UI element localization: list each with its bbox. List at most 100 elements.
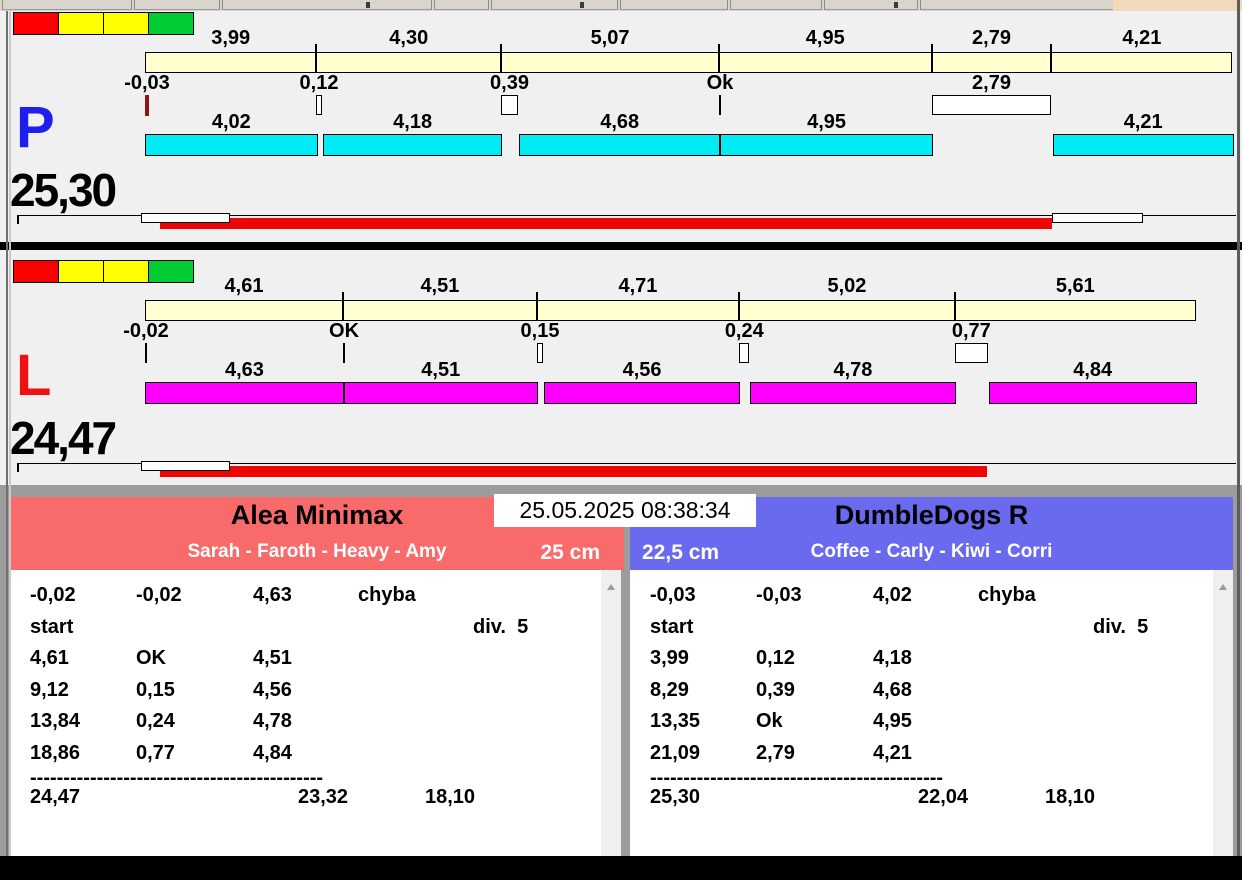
table-cell-sum: 23,32 [298,786,349,808]
table-cell-section: 4,56 [253,678,292,701]
table-cell-section: 4,51 [253,647,292,670]
toolbar-button[interactable] [2,0,132,10]
split-time-label: 5,61 [1055,275,1095,297]
section-time-label: 4,68 [600,111,640,133]
split-boundary-tick [500,44,503,52]
split-time-label: 4,61 [224,275,264,297]
split-time-label: 4,51 [420,275,460,297]
toolbar-button-glyph-fragment [580,2,584,8]
section-time-label: 4,18 [393,111,433,133]
split-time-label: 4,21 [1122,27,1162,49]
table-cell-section: 4,21 [873,742,912,764]
toolbar-button[interactable] [491,0,618,10]
table-cell-best: 18,10 [1045,786,1096,808]
toolbar-button[interactable] [434,0,489,10]
table-cell-time: -0,03 [650,584,696,606]
split-segment [954,300,1196,321]
table-cell-section: 4,78 [253,710,292,733]
lane-total-time: 25,30 [10,164,117,216]
table-cell-time: 8,29 [650,678,689,701]
split-segment [316,52,502,73]
split-boundary-tick [738,292,741,300]
status-light [13,12,59,35]
fault-label: 0,77 [951,320,991,342]
status-light [148,12,194,35]
split-segment [343,300,537,321]
split-time-label: 2,79 [972,27,1011,49]
panel-divider [0,242,1242,250]
section-time-label: 4,95 [807,111,847,133]
table-cell-fault: OK [136,647,166,670]
split-segment [501,52,719,73]
table-cell-fault: 2,79 [756,742,795,764]
progress-white-box-left [141,461,230,471]
status-light [148,260,194,283]
app-window: P 25,30 3,99 4,30 5,07 4,95 2,79 4,21 -0,03 0,1… [0,0,1242,880]
scroll-up-icon[interactable] [607,584,615,590]
fault-marker-box [931,95,1052,115]
table-cell-time: -0,02 [30,584,76,606]
table-cell-fault: -0,03 [756,584,802,606]
table-cell-fault: 0,15 [136,678,175,701]
progress-start-tick [17,463,19,472]
fault-label: -0,02 [123,320,169,342]
split-segment [536,300,740,321]
split-boundary-tick [953,292,956,300]
progress-red-bar [160,218,1052,229]
fault-marker-box [739,343,750,363]
table-cell-time: 13,35 [650,710,701,733]
lane-letter: P [16,95,55,160]
table-cell-best: 18,10 [425,786,476,808]
ok-marker-line [145,343,147,363]
jump-height-badge: 22,5 cm [642,541,720,564]
scrollbar[interactable] [601,570,621,856]
fault-label: 0,12 [299,72,339,94]
table-cell-sum: 22,04 [918,786,969,808]
table-cell-time: start [30,615,74,638]
split-time-label: 4,71 [618,275,658,297]
table-cell-section: 4,18 [873,647,912,670]
progress-white-box-right [1052,213,1143,223]
toolbar-button[interactable] [134,0,220,10]
progress-red-bar [160,466,987,477]
section-time-label: 4,84 [1073,359,1113,381]
status-lights [13,12,194,35]
table-cell-time: 4,61 [30,647,69,670]
section-time-label: 4,51 [421,359,461,381]
toolbar-button[interactable] [620,0,728,10]
table-cell-fault: 0,24 [136,710,175,733]
split-segment [931,52,1052,73]
section-time-label: 4,78 [833,359,873,381]
scroll-up-icon[interactable] [1219,584,1227,590]
results-table-left[interactable]: -0,02 -0,02 4,63 chyba start div. 5 4,61 OK 4,51… [10,570,621,856]
table-cell-section: 4,95 [873,710,912,733]
results-table-right[interactable]: -0,03 -0,03 4,02 chyba start div. 5 3,99 0,12 4,… [630,570,1233,856]
toolbar-button[interactable] [730,0,822,10]
toolbar-button[interactable] [920,0,1115,10]
section-time-label: 4,21 [1123,111,1163,133]
fault-label: 0,24 [724,320,764,342]
team-dogs: Coffee - Carly - Kiwi - Corri [810,541,1053,562]
table-cell-fault: -0,02 [136,584,182,606]
lane-letter: L [16,343,52,408]
fault-label: Ok [706,72,734,94]
scrollbar[interactable] [1213,570,1233,856]
table-cell-div: div. 5 [1093,615,1149,638]
section-bar [750,382,956,404]
split-time-label: 3,99 [211,27,251,49]
section-bar [988,382,1197,404]
split-time-label: 5,02 [827,275,867,297]
split-boundary-tick [315,44,318,52]
clock: 25.05.2025 08:38:34 [494,494,756,527]
table-cell-total: 25,30 [650,786,701,808]
progress-start-tick [17,215,19,224]
toolbar-button[interactable] [824,0,918,10]
split-boundary-tick [930,44,933,52]
table-cell-div: div. 5 [473,615,529,638]
fault-label: -0,03 [124,72,170,94]
table-cell-section: 4,63 [253,584,292,606]
split-time-label: 5,07 [590,27,630,49]
table-cell-fault: Ok [756,710,783,733]
toolbar-button[interactable] [222,0,432,10]
toolbar-button-glyph-fragment [894,2,898,8]
